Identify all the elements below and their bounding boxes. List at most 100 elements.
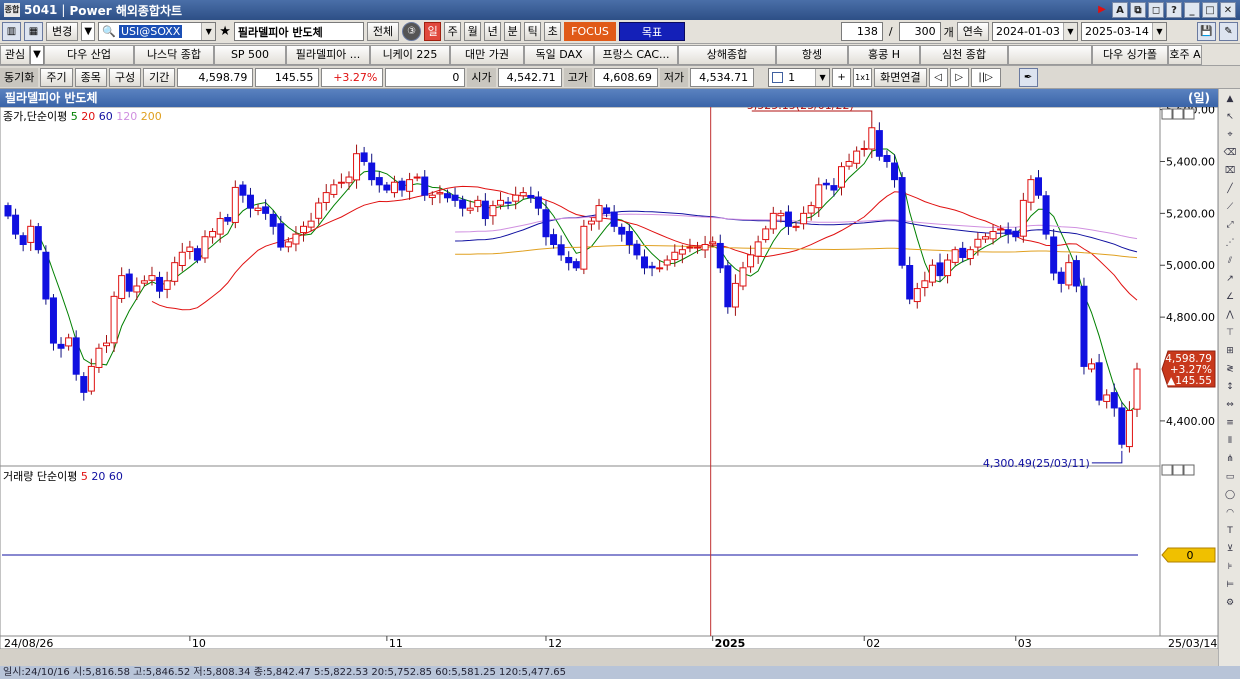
period-tick[interactable]: 틱 xyxy=(524,22,542,41)
index-item-9[interactable]: 항셍 xyxy=(776,44,848,65)
index-item-1[interactable]: 나스닥 종합 xyxy=(134,44,214,65)
play-forward-icon[interactable]: ||▷ xyxy=(970,67,1001,87)
fib-arc-icon[interactable]: ◠ xyxy=(1221,505,1239,521)
cross-line-icon[interactable]: ⊞ xyxy=(1221,343,1239,359)
search-icon[interactable]: 🔍 xyxy=(102,25,116,38)
ray-line-icon[interactable]: ⟋ xyxy=(1221,199,1239,215)
tool-settings-icon[interactable]: ⚙ xyxy=(1221,595,1239,611)
target-button[interactable]: 목표 xyxy=(618,22,686,41)
gann-fan-icon[interactable]: ⋔ xyxy=(1221,451,1239,467)
item-button[interactable]: 종목 xyxy=(74,67,107,87)
count-input[interactable]: 138 xyxy=(840,22,883,41)
chevron-down-icon[interactable]: ▼ xyxy=(201,23,216,40)
ellipse-icon[interactable]: ◯ xyxy=(1221,487,1239,503)
delete-all-icon[interactable]: ⌫ xyxy=(1221,145,1239,161)
sync-label[interactable]: 동기화 xyxy=(0,67,39,87)
trend-line-icon[interactable]: ╱ xyxy=(1221,181,1239,197)
chevron-down-icon[interactable]: ▼ xyxy=(1152,23,1166,40)
scroll-up-icon[interactable]: ▲ xyxy=(1221,91,1239,107)
minimize-icon[interactable]: _ xyxy=(1184,2,1200,18)
index-item-12[interactable] xyxy=(1008,44,1092,65)
channel-icon[interactable]: ⫽ xyxy=(1221,253,1239,269)
period-month[interactable]: 월 xyxy=(464,22,482,41)
index-item-5[interactable]: 대만 가권 xyxy=(450,44,524,65)
period-second[interactable]: 초 xyxy=(544,22,562,41)
split-select[interactable]: 1 ▼ xyxy=(768,67,831,87)
checkbox[interactable] xyxy=(772,71,784,83)
period-minute[interactable]: 분 xyxy=(504,22,522,41)
index-item-10[interactable]: 홍콩 H xyxy=(848,44,920,65)
grid-icon[interactable]: ▦ xyxy=(24,22,43,41)
crosshair-icon[interactable]: ⌖ xyxy=(1221,127,1239,143)
date-to-picker[interactable]: 2025-03-14 ▼ xyxy=(1081,22,1167,41)
play-icon[interactable]: ▶ xyxy=(1094,2,1110,18)
next-icon[interactable]: ▷ xyxy=(949,67,969,87)
chevron-down-icon[interactable]: ▼ xyxy=(815,68,830,86)
period-button[interactable]: 기간 xyxy=(143,67,176,87)
angle-line-icon[interactable]: ∠ xyxy=(1221,289,1239,305)
rect-icon[interactable]: ▭ xyxy=(1221,469,1239,485)
settings-icon[interactable]: ✎ xyxy=(1219,22,1238,41)
pen-icon[interactable]: ✒ xyxy=(1018,67,1038,87)
fan-line-icon[interactable]: ⋰ xyxy=(1221,235,1239,251)
number-3-icon[interactable]: ③ xyxy=(402,22,422,41)
chevron-down-icon[interactable]: ▼ xyxy=(81,22,96,41)
save-icon[interactable]: 💾 xyxy=(1197,22,1216,41)
watchlist-label[interactable]: 관심 xyxy=(0,44,30,65)
index-item-4[interactable]: 니케이 225 xyxy=(370,44,450,65)
change-button[interactable]: 변경 xyxy=(46,22,79,41)
continuous-button[interactable]: 연속 xyxy=(956,22,989,41)
extend-line-icon[interactable]: ⤢ xyxy=(1221,217,1239,233)
symbol-code-select[interactable]: 🔍 USI@SOXX ▼ xyxy=(98,22,217,41)
fib-extend-icon[interactable]: ⊨ xyxy=(1221,577,1239,593)
horizontal-line-icon[interactable]: ⊤ xyxy=(1221,325,1239,341)
index-item-11[interactable]: 심천 종합 xyxy=(920,44,1008,65)
help-icon[interactable]: ? xyxy=(1166,2,1182,18)
wave-icon[interactable]: ⋀ xyxy=(1221,307,1239,323)
index-item-14[interactable]: 호주 A xyxy=(1168,44,1202,65)
index-item-8[interactable]: 상해종합 xyxy=(678,44,776,65)
total-input[interactable]: 300 xyxy=(898,22,941,41)
chart-svg[interactable]: 4,400.00 4,800.00 5,000.00 5,200.00 5,400.00… xyxy=(0,89,1219,650)
chart-type-icon[interactable]: ▥ xyxy=(2,22,21,41)
link-icon[interactable]: ⧉ xyxy=(1130,2,1146,18)
measure-icon[interactable]: ↕ xyxy=(1221,379,1239,395)
period-year[interactable]: 년 xyxy=(484,22,502,41)
chevron-down-icon[interactable]: ▼ xyxy=(30,44,44,65)
chevron-down-icon[interactable]: ▼ xyxy=(1063,23,1077,40)
font-icon[interactable]: A xyxy=(1112,2,1128,18)
cursor-icon[interactable]: ↖ xyxy=(1221,109,1239,125)
text-icon[interactable]: T xyxy=(1221,523,1239,539)
index-item-7[interactable]: 프랑스 CAC... xyxy=(594,44,678,65)
all-button[interactable]: 전체 xyxy=(366,22,400,41)
maximize-icon[interactable]: □ xyxy=(1202,2,1218,18)
close-icon[interactable]: ✕ xyxy=(1220,2,1236,18)
compose-button[interactable]: 구성 xyxy=(108,67,142,87)
screen-link-button[interactable]: 화면연결 xyxy=(874,67,927,87)
index-item-3[interactable]: 필라델피아 ... xyxy=(286,44,370,65)
fib-time-icon[interactable]: ⊧ xyxy=(1221,559,1239,575)
period-day[interactable]: 일 xyxy=(424,22,442,41)
one-to-one-icon[interactable]: 1x1 xyxy=(853,67,873,87)
date-from-picker[interactable]: 2024-01-03 ▼ xyxy=(992,22,1078,41)
favorite-star-icon[interactable]: ★ xyxy=(219,24,231,39)
eraser-icon[interactable]: ⌧ xyxy=(1221,163,1239,179)
resize-icon[interactable]: ⇔ xyxy=(1221,397,1239,413)
index-item-2[interactable]: SP 500 xyxy=(214,44,286,65)
pin-icon[interactable]: ◻ xyxy=(1148,2,1164,18)
chart-area[interactable]: 4,400.00 4,800.00 5,000.00 5,200.00 5,400.00… xyxy=(0,89,1219,650)
cycle-button[interactable]: 주기 xyxy=(40,67,73,87)
fib-retrace-icon[interactable]: ≡ xyxy=(1221,415,1239,431)
period-week[interactable]: 주 xyxy=(444,22,462,41)
focus-button[interactable]: FOCUS xyxy=(564,22,616,41)
fib-vertical-icon[interactable]: ⦀ xyxy=(1221,433,1239,449)
arrow-line-icon[interactable]: ↗ xyxy=(1221,271,1239,287)
index-item-13[interactable]: 다우 싱가폴 xyxy=(1092,44,1168,65)
prev-icon[interactable]: ◁ xyxy=(928,67,948,87)
fib-fan-icon[interactable]: ⊻ xyxy=(1221,541,1239,557)
symbol-name-field[interactable]: 필라델피아 반도체 xyxy=(233,22,364,41)
zigzag-icon[interactable]: ≷ xyxy=(1221,361,1239,377)
index-item-6[interactable]: 독일 DAX xyxy=(524,44,594,65)
index-item-0[interactable]: 다우 산업 xyxy=(44,44,134,65)
plus-icon[interactable]: + xyxy=(832,67,852,87)
